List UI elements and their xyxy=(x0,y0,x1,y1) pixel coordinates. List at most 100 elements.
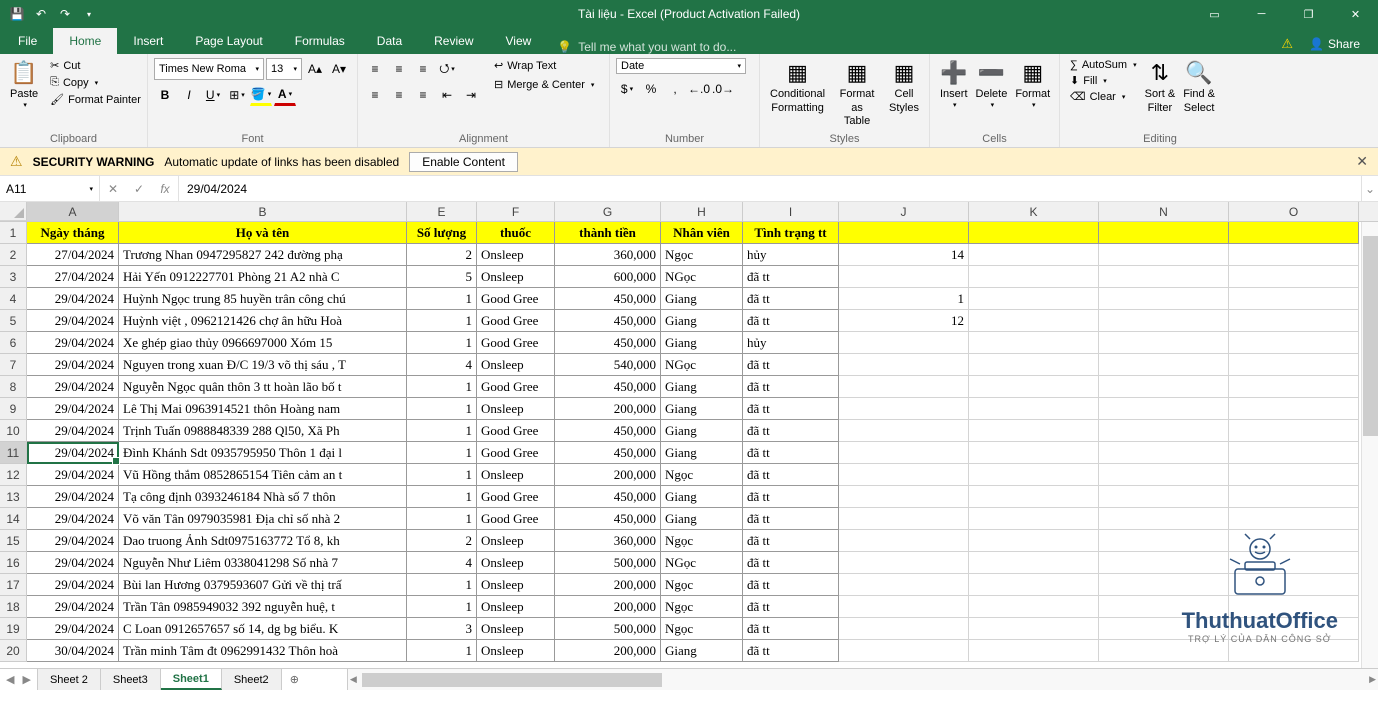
cell[interactable] xyxy=(969,464,1099,486)
row-header[interactable]: 13 xyxy=(0,486,27,508)
cell[interactable] xyxy=(1229,596,1359,618)
cell[interactable]: Giang xyxy=(661,398,743,420)
font-color-button[interactable]: A▾ xyxy=(274,84,296,106)
cell[interactable]: Trần Tân 0985949032 392 nguyễn huệ, t xyxy=(119,596,407,618)
header-cell[interactable]: Nhân viên xyxy=(661,222,743,244)
cell[interactable]: Trịnh Tuấn 0988848339 288 Ql50, Xã Ph xyxy=(119,420,407,442)
cell[interactable]: 450,000 xyxy=(555,376,661,398)
clear-button[interactable]: ⌫Clear▾ xyxy=(1066,89,1141,104)
align-center-icon[interactable]: ≡ xyxy=(388,84,410,106)
row-header[interactable]: 12 xyxy=(0,464,27,486)
cell[interactable]: Onsleep xyxy=(477,552,555,574)
cell[interactable]: Good Gree xyxy=(477,376,555,398)
cell[interactable]: 500,000 xyxy=(555,552,661,574)
header-cell[interactable]: thành tiền xyxy=(555,222,661,244)
cell[interactable]: Huỳnh việt , 0962121426 chợ ân hữu Hoà xyxy=(119,310,407,332)
cell[interactable]: Onsleep xyxy=(477,464,555,486)
cell[interactable]: Onsleep xyxy=(477,266,555,288)
fill-button[interactable]: ⬇Fill▾ xyxy=(1066,73,1141,88)
find-select-button[interactable]: 🔍Find & Select xyxy=(1179,58,1219,117)
row-header[interactable]: 6 xyxy=(0,332,27,354)
cell[interactable]: Onsleep xyxy=(477,398,555,420)
format-cells-button[interactable]: ▦Format▾ xyxy=(1011,58,1054,112)
cell[interactable]: đã tt xyxy=(743,288,839,310)
cell[interactable] xyxy=(1229,310,1359,332)
col-header-n[interactable]: N xyxy=(1099,202,1229,221)
tab-insert[interactable]: Insert xyxy=(117,28,179,54)
cell[interactable] xyxy=(1229,420,1359,442)
cell[interactable]: Giang xyxy=(661,640,743,662)
cancel-formula-icon[interactable]: ✕ xyxy=(100,182,126,196)
cell[interactable]: 27/04/2024 xyxy=(27,244,119,266)
cell[interactable] xyxy=(969,398,1099,420)
cell[interactable] xyxy=(839,354,969,376)
col-header-f[interactable]: F xyxy=(477,202,555,221)
cell[interactable]: 1 xyxy=(407,508,477,530)
cell[interactable]: NGọc xyxy=(661,266,743,288)
minimize-button[interactable]: ─ xyxy=(1239,0,1284,28)
cell[interactable]: đã tt xyxy=(743,574,839,596)
col-header-b[interactable]: B xyxy=(119,202,407,221)
cell[interactable] xyxy=(1099,508,1229,530)
format-as-table-button[interactable]: ▦Format as Table xyxy=(829,58,885,130)
wrap-text-button[interactable]: ↩Wrap Text xyxy=(490,58,598,73)
scroll-thumb[interactable] xyxy=(362,673,662,687)
cell[interactable] xyxy=(839,332,969,354)
cell[interactable]: đã tt xyxy=(743,508,839,530)
cell[interactable]: 450,000 xyxy=(555,420,661,442)
row-header[interactable]: 4 xyxy=(0,288,27,310)
close-warning-icon[interactable]: ✕ xyxy=(1356,153,1368,170)
scroll-left-icon[interactable]: ◀ xyxy=(350,674,357,685)
cell[interactable] xyxy=(839,398,969,420)
close-button[interactable]: ✕ xyxy=(1333,0,1378,28)
cell[interactable] xyxy=(969,354,1099,376)
cell[interactable]: Giang xyxy=(661,442,743,464)
cell[interactable]: 450,000 xyxy=(555,508,661,530)
cell[interactable] xyxy=(839,574,969,596)
cell[interactable]: 450,000 xyxy=(555,442,661,464)
scroll-right-icon[interactable]: ▶ xyxy=(1369,674,1376,685)
cell[interactable]: Giang xyxy=(661,508,743,530)
cell[interactable]: Nguyễn Ngọc quân thôn 3 tt hoàn lão bố t xyxy=(119,376,407,398)
cell[interactable]: đã tt xyxy=(743,310,839,332)
percent-format-icon[interactable]: % xyxy=(640,78,662,100)
decrease-decimal-icon[interactable]: .0→ xyxy=(712,78,734,100)
cell[interactable] xyxy=(1229,486,1359,508)
spreadsheet-grid[interactable]: A B E F G H I J K N O 1 Ngày tháng Họ và… xyxy=(0,202,1378,668)
cell[interactable] xyxy=(969,332,1099,354)
cell[interactable] xyxy=(1099,332,1229,354)
cell[interactable] xyxy=(1099,398,1229,420)
restore-button[interactable]: ❐ xyxy=(1286,0,1331,28)
align-left-icon[interactable]: ≡ xyxy=(364,84,386,106)
header-cell[interactable] xyxy=(969,222,1099,244)
cell[interactable]: Good Gree xyxy=(477,486,555,508)
cell[interactable]: Onsleep xyxy=(477,530,555,552)
cell[interactable]: 29/04/2024 xyxy=(27,530,119,552)
cell[interactable] xyxy=(1229,332,1359,354)
prev-sheet-icon[interactable]: ◀ xyxy=(6,673,14,686)
align-right-icon[interactable]: ≡ xyxy=(412,84,434,106)
cell[interactable]: 200,000 xyxy=(555,596,661,618)
new-sheet-button[interactable]: ⊕ xyxy=(282,673,307,686)
cell[interactable] xyxy=(1099,288,1229,310)
delete-cells-button[interactable]: ➖Delete▾ xyxy=(972,58,1012,112)
sheet-tab[interactable]: Sheet3 xyxy=(101,669,161,690)
cell[interactable] xyxy=(969,420,1099,442)
cell[interactable]: đã tt xyxy=(743,398,839,420)
row-header[interactable]: 19 xyxy=(0,618,27,640)
cell[interactable]: Good Gree xyxy=(477,442,555,464)
row-header[interactable]: 16 xyxy=(0,552,27,574)
redo-icon[interactable]: ↷ xyxy=(56,5,74,23)
cell[interactable]: 2 xyxy=(407,244,477,266)
cell[interactable] xyxy=(1099,464,1229,486)
cell[interactable]: đã tt xyxy=(743,442,839,464)
cell[interactable]: 360,000 xyxy=(555,530,661,552)
row-header[interactable]: 7 xyxy=(0,354,27,376)
cell[interactable] xyxy=(839,486,969,508)
tab-review[interactable]: Review xyxy=(418,28,489,54)
cell[interactable]: 600,000 xyxy=(555,266,661,288)
cell[interactable]: Onsleep xyxy=(477,354,555,376)
cell[interactable]: 2 xyxy=(407,530,477,552)
cell[interactable]: Good Gree xyxy=(477,508,555,530)
header-cell[interactable] xyxy=(1229,222,1359,244)
